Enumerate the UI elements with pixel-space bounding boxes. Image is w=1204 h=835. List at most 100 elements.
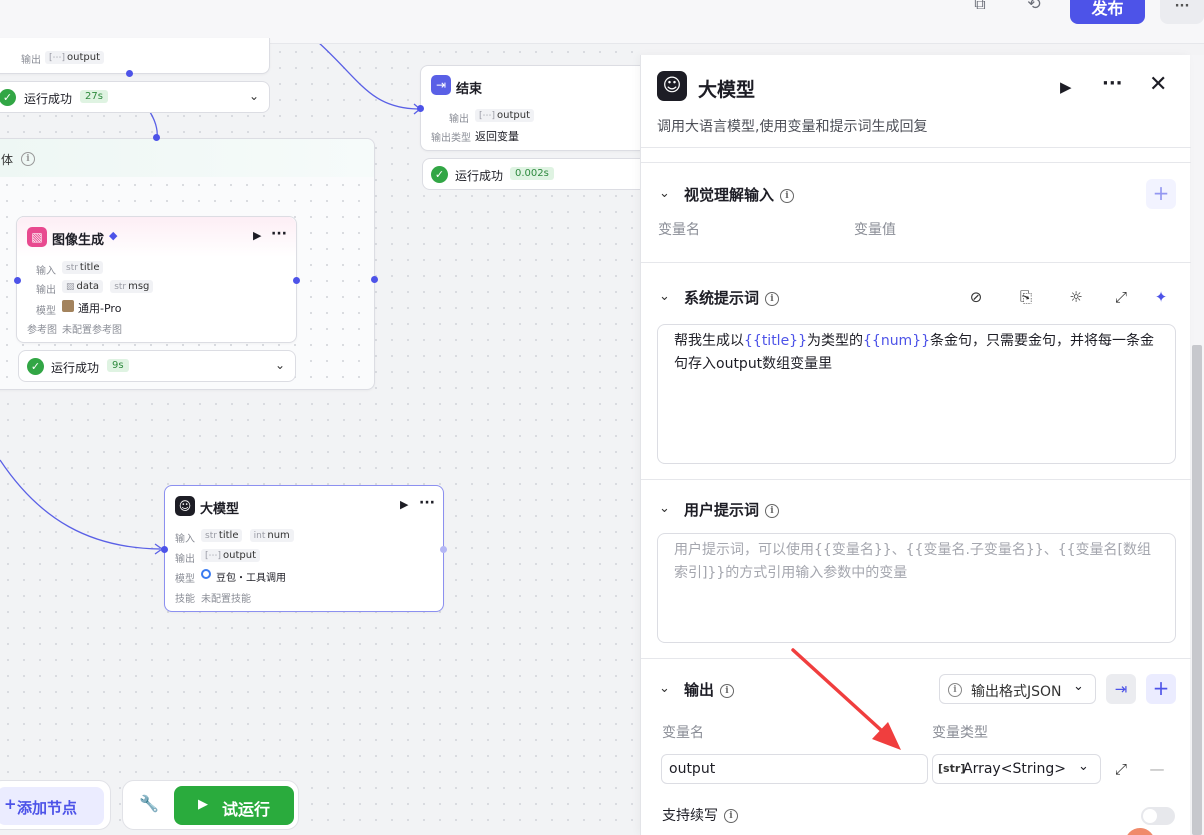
panel-description: 调用大语言模型,使用变量和提示词生成回复: [657, 119, 928, 135]
image-icon: ▧: [27, 227, 47, 247]
ref-label: 参考图: [27, 325, 57, 336]
import-icon[interactable]: ⇥: [1106, 674, 1136, 704]
user-prompt-editor[interactable]: 用户提示词，可以使用{{变量名}}、{{变量名.子变量名}}、{{变量名[数组索…: [657, 533, 1176, 643]
skill-value: 未配置技能: [201, 594, 251, 605]
output-format-select[interactable]: i 输出格式JSON ⌄: [939, 674, 1096, 704]
expand-icon[interactable]: ⤢: [1110, 758, 1132, 780]
collapse-chevron-icon[interactable]: ⌄: [659, 501, 670, 516]
input-tag-title: str title: [201, 529, 243, 542]
image-output-port[interactable]: [293, 277, 300, 284]
continue-writing-toggle[interactable]: [1141, 807, 1175, 825]
node-partial-top[interactable]: 输出 [⋯] output: [0, 38, 270, 74]
output-label: 输出: [36, 285, 56, 296]
output-var-name-value: output: [669, 761, 716, 777]
model-label: 模型: [175, 574, 195, 585]
run-node-icon[interactable]: ▶: [400, 498, 408, 511]
info-icon: i: [765, 503, 780, 518]
chevron-down-icon[interactable]: ⌄: [249, 89, 259, 103]
history-icon[interactable]: ⟲: [1022, 0, 1046, 14]
lightbulb-icon[interactable]: ☼: [1065, 286, 1087, 308]
chevron-down-icon[interactable]: ⌄: [275, 358, 285, 372]
scrollbar-track[interactable]: [1190, 55, 1204, 835]
more-icon[interactable]: ···: [1102, 73, 1123, 94]
llm-icon: ☺: [175, 496, 195, 516]
library-icon[interactable]: ⎘: [1015, 286, 1037, 308]
wrench-icon[interactable]: 🔧: [139, 794, 159, 813]
more-menu-button[interactable]: ···: [1160, 0, 1204, 24]
panel-title: 大模型: [698, 79, 756, 101]
run-status-bar[interactable]: ✓ 运行成功 27s ⌄: [0, 81, 270, 113]
end-node[interactable]: ⇥ 结束 输出 [⋯] output 输出类型 返回变量: [420, 65, 656, 151]
info-icon: i: [720, 683, 735, 698]
col-var-name: 变量名: [658, 222, 700, 238]
loop-body-title: 体: [1, 153, 14, 167]
output-type-value: 返回变量: [475, 130, 519, 143]
run-node-icon[interactable]: ▶: [253, 229, 261, 242]
more-icon[interactable]: ···: [271, 226, 287, 242]
compass-icon[interactable]: ⊘: [965, 286, 987, 308]
end-run-status[interactable]: ✓ 运行成功 0.002s: [422, 158, 658, 190]
play-icon: ▶: [198, 797, 208, 812]
image-input-port[interactable]: [14, 277, 21, 284]
collapse-chevron-icon[interactable]: ⌄: [659, 186, 670, 201]
end-input-port[interactable]: [417, 105, 424, 112]
llm-logo-icon: ☺: [657, 71, 687, 101]
collapse-chevron-icon[interactable]: ⌄: [659, 289, 670, 304]
loop-output-port[interactable]: [371, 276, 378, 283]
publish-button[interactable]: 发布: [1070, 0, 1145, 24]
add-output-button[interactable]: +: [1146, 674, 1176, 704]
add-node-button[interactable]: + 添加节点: [0, 787, 104, 825]
llm-input-port[interactable]: [161, 546, 168, 553]
output-var-type-select[interactable]: [str] Array<String> ⌄: [932, 754, 1101, 784]
add-vision-input-button[interactable]: +: [1146, 179, 1176, 209]
input-tag: str title: [62, 261, 104, 274]
plus-icon: +: [4, 795, 17, 813]
info-icon: i: [21, 151, 35, 166]
status-text: 运行成功: [51, 361, 100, 375]
llm-output-port[interactable]: [440, 546, 447, 553]
status-text: 运行成功: [455, 169, 504, 183]
system-prompt-title: 系统提示词 i: [684, 287, 780, 308]
image-run-status[interactable]: ✓ 运行成功 9s ⌄: [18, 350, 296, 382]
output-port[interactable]: [126, 70, 133, 77]
success-check-icon: ✓: [431, 166, 448, 183]
more-icon[interactable]: ···: [419, 495, 435, 511]
skill-label: 技能: [175, 594, 195, 605]
remove-icon[interactable]: —: [1146, 758, 1168, 780]
image-gen-node[interactable]: ▧ 图像生成 ◆ ▶ ··· 输入 str title 输出 ▨ data str m…: [16, 216, 297, 343]
copy-icon[interactable]: ⧉: [968, 0, 992, 14]
node-title: 图像生成: [52, 233, 105, 248]
test-run-button[interactable]: ▶ 试运行: [174, 786, 294, 825]
scrollbar-thumb[interactable]: [1192, 345, 1202, 835]
success-check-icon: ✓: [0, 89, 16, 106]
llm-node[interactable]: ☺ 大模型 ▶ ··· 输入 str title int num 输出 [⋯] out…: [164, 485, 444, 612]
close-icon[interactable]: ✕: [1149, 72, 1167, 97]
output-tag-data: ▨ data: [62, 280, 104, 293]
annotation-arrow: [791, 648, 901, 750]
expand-icon[interactable]: ⤢: [1110, 286, 1132, 308]
add-node-label: 添加节点: [17, 799, 78, 817]
output-label: 输出: [449, 114, 469, 125]
info-icon: i: [724, 809, 738, 823]
model-value: 豆包・工具调用: [216, 573, 286, 584]
output-label: 输出: [21, 55, 41, 66]
end-icon: ⇥: [431, 75, 451, 95]
ai-sparkle-icon[interactable]: ✦: [1150, 286, 1172, 308]
node-title: 结束: [456, 82, 483, 97]
vision-section-title: 视觉理解输入 i: [684, 184, 795, 205]
time-badge: 9s: [107, 359, 129, 372]
assistant-bubble[interactable]: [1125, 828, 1155, 835]
input-label: 输入: [36, 266, 56, 277]
chevron-down-icon: ⌄: [1078, 759, 1089, 774]
system-prompt-editor[interactable]: 帮我生成以{{title}}为类型的{{num}}条金句，只需要金句，并将每一条…: [657, 324, 1176, 464]
model-label: 模型: [36, 306, 56, 317]
run-icon[interactable]: ▶: [1060, 78, 1072, 96]
col-var-name: 变量名: [662, 725, 704, 741]
output-tag: [⋯] output: [201, 549, 261, 562]
input-label: 输入: [175, 534, 195, 545]
premium-diamond-icon: ◆: [109, 229, 118, 242]
loop-input-port[interactable]: [153, 134, 160, 141]
collapse-chevron-icon[interactable]: ⌄: [659, 681, 670, 696]
info-icon: i: [948, 682, 962, 697]
output-tag: [⋯] output: [45, 51, 105, 64]
